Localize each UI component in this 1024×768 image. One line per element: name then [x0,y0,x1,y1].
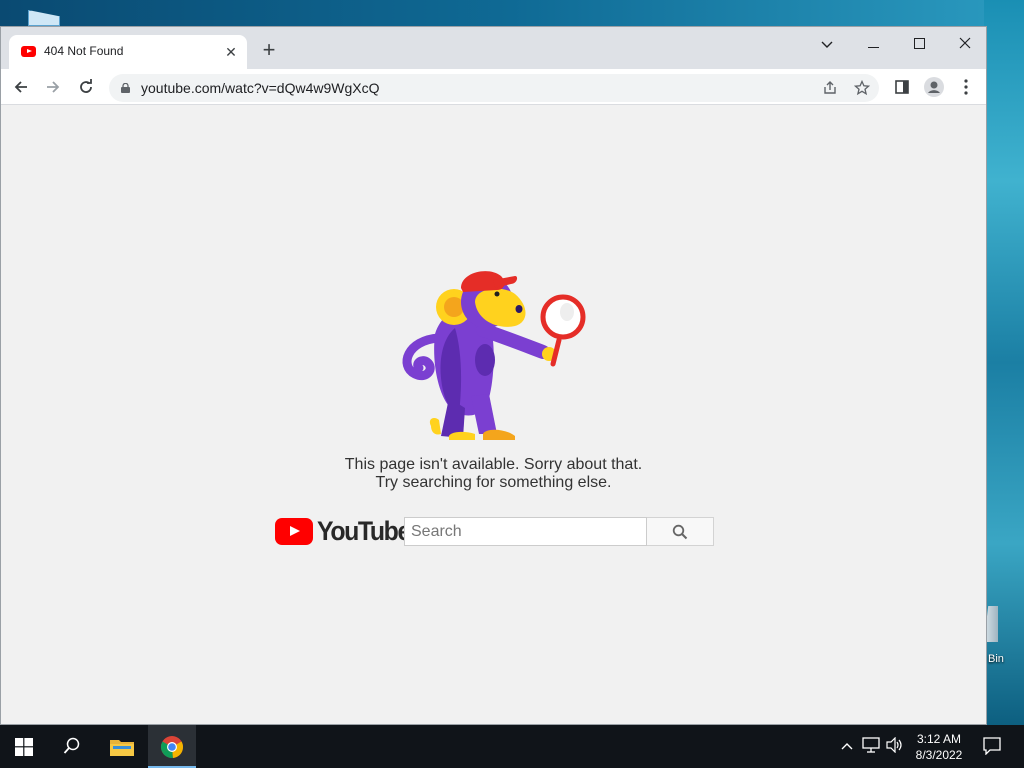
error-message: This page isn't available. Sorry about t… [1,456,986,492]
clock-date: 8/3/2022 [915,748,963,762]
browser-window: 404 Not Found ✕ + youtube.com/watc?v=dQw… [0,26,987,725]
network-button[interactable] [862,737,880,755]
avatar-icon [924,77,944,97]
close-icon [959,37,971,49]
profile-button[interactable] [922,75,946,99]
taskbar-search-button[interactable] [48,725,96,768]
error-line-1: This page isn't available. Sorry about t… [344,456,643,473]
lock-icon[interactable] [121,83,130,93]
windows-logo-icon [15,738,33,756]
tab-close-icon[interactable]: ✕ [221,42,241,62]
kebab-menu-icon [964,79,968,95]
youtube-wordmark: YouTube [317,516,411,546]
notification-icon [983,737,1001,756]
search-input[interactable] [405,518,646,545]
desktop-background [0,0,1024,26]
action-center-button[interactable] [983,737,1001,756]
share-icon [824,81,836,94]
menu-button[interactable] [954,75,978,99]
address-bar[interactable]: youtube.com/watc?v=dQw4w9WgXcQ [109,74,879,102]
search-button[interactable] [647,517,714,546]
error-line-2: Try searching for something else. [375,474,612,491]
new-tab-button[interactable]: + [257,39,281,63]
youtube-logo[interactable]: YouTube [275,516,411,548]
arrow-left-icon [14,81,27,93]
search-icon [672,524,688,540]
speaker-icon [886,736,902,754]
close-window-button[interactable] [945,31,985,57]
clock-time: 3:12 AM [916,732,962,746]
side-panel-icon [895,80,909,94]
side-panel-button[interactable] [890,75,914,99]
minimize-icon [867,47,879,48]
bookmark-button[interactable] [851,77,873,99]
back-button[interactable] [9,75,33,99]
recycle-bin-label[interactable]: Bin [988,653,1004,665]
monkey-illustration [402,271,586,440]
clock[interactable]: 3:12 AM 8/3/2022 [910,731,968,763]
chevron-up-icon [841,743,853,750]
star-icon [853,79,871,96]
volume-button[interactable] [886,736,904,755]
chrome-icon [161,736,184,759]
browser-toolbar: youtube.com/watc?v=dQw4w9WgXcQ [1,69,986,105]
maximize-button[interactable] [899,31,939,57]
tab-strip: 404 Not Found ✕ + [1,27,986,69]
arrow-right-icon [47,81,60,93]
start-button[interactable] [0,725,48,768]
reload-button[interactable] [74,75,98,99]
search-icon [63,737,80,754]
reload-icon [80,79,92,93]
url-text[interactable]: youtube.com/watc?v=dQw4w9WgXcQ [141,80,380,96]
minimize-button[interactable] [853,31,893,57]
youtube-favicon-icon [21,46,36,57]
chevron-down-icon [821,41,833,48]
tab-search-button[interactable] [807,31,847,57]
network-icon [862,737,880,753]
forward-button[interactable] [41,75,65,99]
tab-title: 404 Not Found [44,44,124,58]
show-hidden-icons-button[interactable] [838,737,856,755]
tab-404-not-found[interactable]: 404 Not Found ✕ [9,35,247,69]
share-button[interactable] [819,77,841,99]
folder-icon [110,740,134,756]
youtube-play-icon [275,518,313,545]
search-box [404,517,647,546]
maximize-icon [913,38,925,49]
chrome-taskbar-button[interactable] [148,725,196,768]
page-content: This page isn't available. Sorry about t… [1,106,986,724]
file-explorer-button[interactable] [98,725,146,768]
taskbar: 3:12 AM 8/3/2022 [0,725,1024,768]
